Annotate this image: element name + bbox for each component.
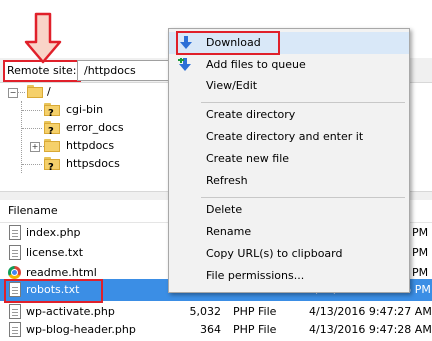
menu-item-refresh[interactable]: Refresh [169,170,409,192]
unknown-folder-icon: ? [44,103,60,119]
unknown-folder-icon: ? [44,157,60,173]
collapse-root-icon[interactable]: − [8,88,18,98]
tree-item-label: error_docs [66,121,124,134]
chrome-icon [8,266,21,279]
menu-item-label: Add files to queue [206,58,306,71]
menu-item-create-directory-enter[interactable]: Create directory and enter it [169,126,409,148]
tree-item-label: cgi-bin [66,103,104,116]
unknown-folder-icon: ? [44,121,60,137]
text-file-icon [9,245,21,260]
column-header-filename[interactable]: Filename [0,200,180,222]
menu-item-delete[interactable]: Delete [169,199,409,221]
menu-item-label: File permissions... [206,269,305,282]
tree-item-label: httpsdocs [66,157,120,170]
text-file-icon [9,225,21,240]
text-file-icon [9,304,21,319]
download-highlight-box [176,31,280,55]
add-queue-icon [178,58,191,71]
tree-item-label: / [47,85,51,98]
expand-httpdocs-icon[interactable]: + [30,142,40,152]
file-row-wp-blog-header[interactable]: wp-blog-header.php 364 PHP File 4/13/201… [0,319,432,341]
menu-item-label: Refresh [206,174,248,187]
menu-item-create-directory[interactable]: Create directory [169,104,409,126]
file-name: wp-blog-header.php [26,323,136,336]
menu-item-add-to-queue[interactable]: Add files to queue [169,54,409,76]
file-date: PM [412,226,429,239]
folder-icon [27,85,43,98]
menu-item-label: Delete [206,203,243,216]
file-name: index.php [26,226,81,239]
folder-icon [44,139,60,152]
file-size: 364 [200,323,221,336]
menu-item-create-file[interactable]: Create new file [169,148,409,170]
menu-separator [201,197,405,198]
menu-item-label: View/Edit [206,79,258,92]
menu-item-label: Copy URL(s) to clipboard [206,247,343,260]
menu-item-view-edit[interactable]: View/Edit [169,75,409,97]
tree-item-label: httpdocs [66,139,115,152]
menu-item-label: Create directory [206,108,296,121]
menu-item-copy-urls[interactable]: Copy URL(s) to clipboard [169,243,409,265]
menu-item-label: Rename [206,225,252,238]
menu-separator [201,102,405,103]
robots-highlight-box [4,279,103,303]
menu-item-label: Create directory and enter it [206,130,364,143]
file-date: PM [412,246,429,259]
file-name: license.txt [26,246,84,259]
callout-arrow-icon [24,12,62,64]
menu-item-label: Create new file [206,152,290,165]
menu-item-rename[interactable]: Rename [169,221,409,243]
file-type: PHP File [233,323,277,336]
context-menu: Download Add files to queue View/Edit Cr… [168,28,410,293]
menu-item-permissions[interactable]: File permissions... [169,265,409,287]
file-date: 4/13/2016 9:47:28 AM [309,323,432,336]
